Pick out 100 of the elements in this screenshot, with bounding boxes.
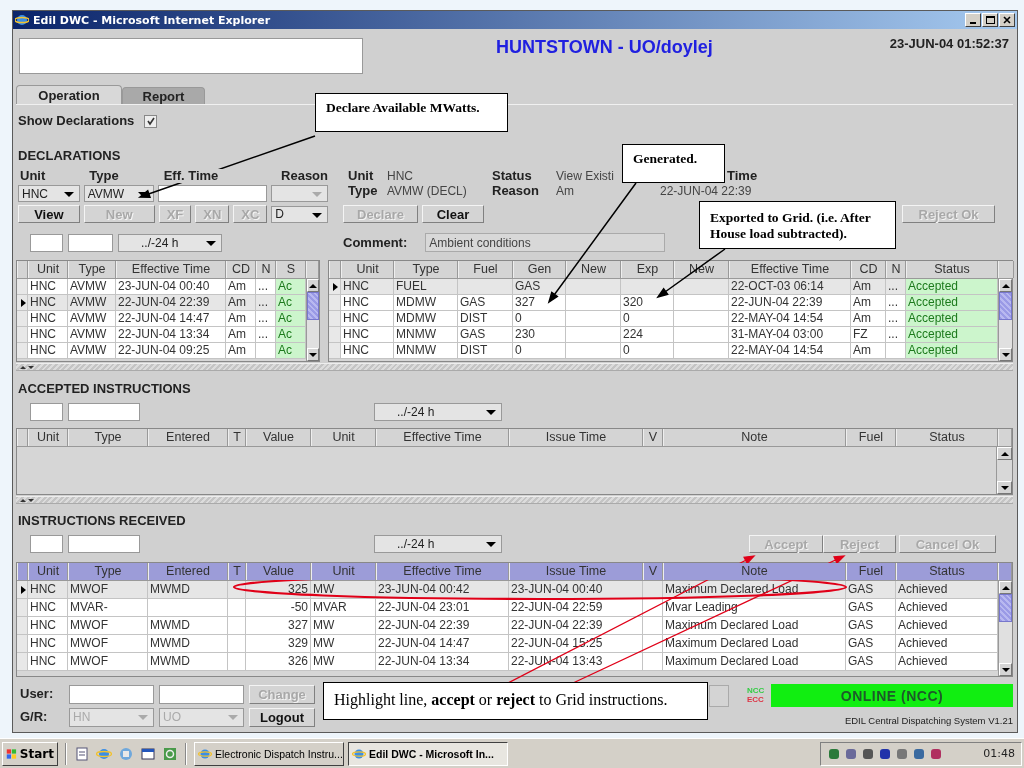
column-header[interactable]: Unit <box>28 429 68 446</box>
column-header[interactable]: T <box>228 429 246 446</box>
app-icon[interactable] <box>162 745 178 762</box>
tab[interactable]: Operation <box>16 85 122 104</box>
column-header[interactable]: Effective Time <box>376 563 509 580</box>
close-button[interactable] <box>999 13 1015 27</box>
table-cell: Accepted <box>906 295 998 310</box>
column-header[interactable]: V <box>643 563 663 580</box>
tray-icon[interactable] <box>861 746 875 761</box>
range-select[interactable]: ../-24 h <box>374 403 502 421</box>
column-header[interactable]: Value <box>246 563 311 580</box>
range-select[interactable]: ../-24 h <box>374 535 502 553</box>
scrollbar[interactable] <box>998 279 1012 361</box>
column-header[interactable]: Type <box>394 261 458 278</box>
tray-icon[interactable] <box>912 746 926 761</box>
column-header[interactable]: T <box>228 563 246 580</box>
filter-input[interactable] <box>30 535 63 553</box>
user-input[interactable] <box>69 684 154 704</box>
column-header[interactable]: Note <box>663 563 846 580</box>
column-header[interactable]: Type <box>68 429 148 446</box>
column-header[interactable]: Type <box>68 261 116 278</box>
table-row[interactable]: HNC AVMW 22-JUN-04 09:25 Am Ac <box>17 343 306 359</box>
column-header[interactable]: Status <box>896 563 998 580</box>
column-header[interactable]: CD <box>226 261 256 278</box>
table-row[interactable]: HNC AVMW 22-JUN-04 22:39 Am ... Ac <box>17 295 306 311</box>
table-cell: MNMW <box>394 343 458 358</box>
tray-icon[interactable] <box>929 746 943 761</box>
column-header[interactable]: Issue Time <box>509 563 643 580</box>
filter-input[interactable] <box>30 233 63 252</box>
unit-select[interactable]: HNC <box>18 185 80 202</box>
column-header[interactable]: Gen <box>513 261 566 278</box>
filter-input[interactable] <box>30 403 63 421</box>
filter-input[interactable] <box>68 535 140 553</box>
time-input[interactable] <box>158 185 268 202</box>
scrollbar[interactable] <box>306 279 319 361</box>
table-row[interactable]: HNC FUEL GAS 22-OCT-03 06:14 Am ... Accepted <box>329 279 998 295</box>
column-header[interactable]: Effective Time <box>116 261 226 278</box>
user-input[interactable] <box>159 684 244 704</box>
column-header[interactable]: Unit <box>311 429 376 446</box>
tab[interactable]: Report <box>122 87 205 104</box>
start-button[interactable]: Start <box>2 741 58 766</box>
filter-input[interactable] <box>68 403 140 421</box>
column-header[interactable]: Note <box>663 429 846 446</box>
column-header[interactable]: Exp <box>621 261 674 278</box>
column-header[interactable]: N <box>256 261 276 278</box>
column-header[interactable]: New <box>566 261 621 278</box>
column-header[interactable]: Status <box>906 261 998 278</box>
column-header[interactable]: N <box>886 261 906 278</box>
checkbox[interactable] <box>144 114 158 128</box>
column-header[interactable]: Fuel <box>846 563 896 580</box>
column-header[interactable]: Unit <box>311 563 376 580</box>
maximize-button[interactable] <box>982 13 998 27</box>
table-row[interactable]: HNC AVMW 22-JUN-04 13:34 Am ... Ac <box>17 327 306 343</box>
table-row[interactable]: HNC MDMW DIST 0 0 22-MAY-04 14:54 Am ... Accepted <box>329 311 998 327</box>
column-header[interactable]: Effective Time <box>376 429 509 446</box>
network-icon[interactable] <box>118 745 134 762</box>
column-header[interactable]: Unit <box>28 261 68 278</box>
comment-field[interactable]: Ambient conditions <box>425 233 666 252</box>
table-cell: MWMD <box>148 635 228 652</box>
text-field[interactable] <box>709 685 729 707</box>
column-header[interactable]: Unit <box>341 261 394 278</box>
column-header[interactable]: Value <box>246 429 311 446</box>
table-cell: DIST <box>458 343 513 358</box>
column-header[interactable]: Entered <box>148 563 228 580</box>
logout-button[interactable]: Logout <box>249 707 315 727</box>
reason-select[interactable]: D <box>271 205 328 223</box>
table-cell: HNC <box>28 295 68 310</box>
column-header[interactable]: CD <box>851 261 886 278</box>
notepad-icon[interactable] <box>74 745 90 762</box>
table-row[interactable]: HNC MNMW GAS 230 224 31-MAY-04 03:00 FZ ... Accepted <box>329 327 998 343</box>
table-row[interactable]: HNC AVMW 23-JUN-04 00:40 Am ... Ac <box>17 279 306 295</box>
column-header[interactable]: Fuel <box>458 261 513 278</box>
filter-input[interactable] <box>68 233 113 252</box>
column-header[interactable]: Status <box>896 429 998 446</box>
tray-icon[interactable] <box>895 746 909 761</box>
column-header[interactable]: Entered <box>148 429 228 446</box>
range-select[interactable]: ../-24 h <box>118 233 222 252</box>
table-row[interactable]: HNC MNMW DIST 0 0 22-MAY-04 14:54 Am Accepted <box>329 343 998 359</box>
taskbar-button[interactable]: Electronic Dispatch Instru... <box>194 741 344 766</box>
scrollbar[interactable] <box>998 581 1012 676</box>
scrollbar[interactable] <box>996 447 1012 494</box>
tray-icon[interactable] <box>878 746 892 761</box>
tray-icon[interactable] <box>827 746 841 761</box>
table-row[interactable]: HNC MVAR- -50 MVAR 22-JUN-04 23:01 22-JUN-04 22:59 Mvar Leading GAS Achieved <box>17 599 998 617</box>
column-header[interactable]: Unit <box>28 563 68 580</box>
taskbar-button[interactable]: Edil DWC - Microsoft In... <box>348 741 508 766</box>
column-header[interactable]: V <box>643 429 663 446</box>
table-row[interactable]: HNC MDMW GAS 327 320 22-JUN-04 22:39 Am ... Accepted <box>329 295 998 311</box>
column-header[interactable]: Fuel <box>846 429 896 446</box>
column-header[interactable]: Type <box>68 563 148 580</box>
table-row[interactable]: HNC AVMW 22-JUN-04 14:47 Am ... Ac <box>17 311 306 327</box>
action-button[interactable]: View <box>18 205 80 223</box>
column-header[interactable]: S <box>276 261 306 278</box>
action-button[interactable]: Clear <box>422 205 484 223</box>
window-icon[interactable] <box>140 745 156 762</box>
minimize-button[interactable] <box>965 13 981 27</box>
column-header[interactable]: Issue Time <box>509 429 643 446</box>
column-header[interactable]: Effective Time <box>729 261 851 278</box>
type-select[interactable]: AVMW <box>83 185 155 202</box>
tray-icon[interactable] <box>844 746 858 761</box>
